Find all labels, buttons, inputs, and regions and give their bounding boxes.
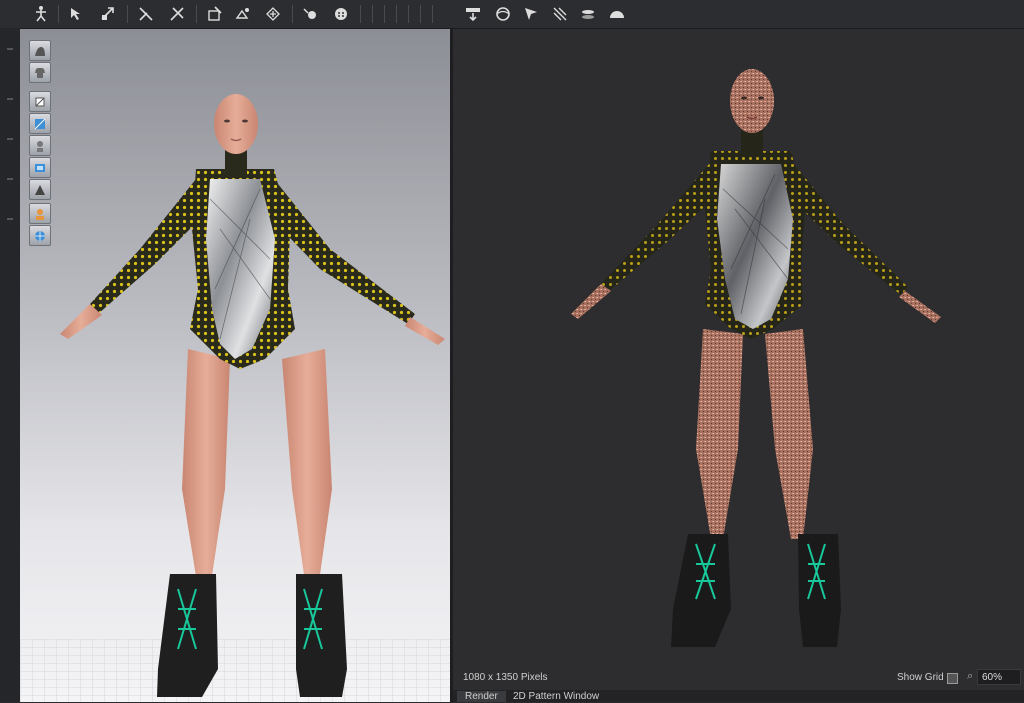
transform-pattern-icon[interactable] [97,4,119,24]
tab-2d-pattern-window[interactable]: 2D Pattern Window [505,691,607,702]
viewport-3d[interactable] [20,29,450,702]
avatar-pose-icon[interactable] [30,4,52,24]
avatar-figure[interactable] [20,29,450,702]
select-move-icon[interactable] [66,4,88,24]
show-grid-checkbox[interactable] [947,673,958,684]
pin-icon[interactable] [299,4,321,24]
image-size-label: 1080 x 1350 Pixels [463,672,548,683]
show-grid-label: Show Grid [897,672,944,683]
light-icon[interactable] [520,4,542,24]
render-statusbar: 1080 x 1350 Pixels Show Grid ⌕ 60% [453,666,1024,690]
magnifier-icon: ⌕ [967,670,974,682]
dome-light-icon[interactable] [606,4,628,24]
zoom-input[interactable]: 60% [977,669,1021,685]
fold-icon[interactable] [232,4,254,24]
bottom-tabs: Render 2D Pattern Window [453,690,1024,702]
render-figure [571,69,941,647]
left-strip [0,28,20,702]
segment-sewing-icon[interactable] [204,4,226,24]
ipr-render-icon[interactable] [492,4,514,24]
tack-icon[interactable] [262,4,284,24]
edit-pattern-icon[interactable] [135,4,157,24]
button-icon[interactable] [330,4,352,24]
sewing-icon[interactable] [166,4,188,24]
camera-icon[interactable] [549,4,571,24]
tab-render[interactable]: Render [457,691,506,702]
main-toolbar [0,0,1024,29]
render-viewport[interactable] [453,29,1024,702]
render-icon[interactable] [462,4,484,24]
environment-icon[interactable] [577,4,599,24]
